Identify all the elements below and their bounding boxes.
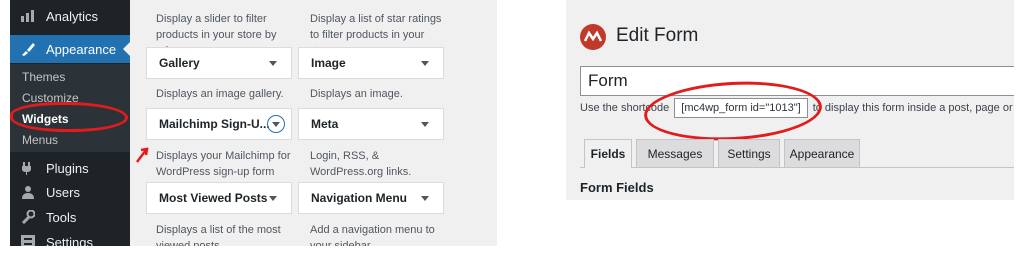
widget-description: Displays an image gallery. [156,88,284,100]
page-title: Edit Form [616,25,699,46]
sidebar-item-tools[interactable]: Tools [10,203,130,231]
mc4wp-logo-icon [580,24,606,50]
admin-sidebar: Analytics Appearance Themes Customize Wi… [10,0,130,246]
submenu-item-customize[interactable]: Customize [10,91,130,105]
widget-description: Add a navigation menu to your sidebar. [310,224,435,246]
widget-gallery[interactable]: Gallery [146,47,292,79]
plug-icon [20,160,36,176]
widget-title: Meta [311,117,339,131]
form-title-input[interactable] [580,66,1014,96]
sidebar-item-appearance[interactable]: Appearance [10,35,130,63]
tab-appearance[interactable]: Appearance [784,139,860,167]
form-tabs: Fields Messages Settings Appearance [580,139,1014,168]
sidebar-item-label: Analytics [46,8,99,24]
widget-title: Navigation Menu [311,191,408,205]
submenu-item-widgets[interactable]: Widgets [10,112,130,126]
current-menu-caret [123,42,130,56]
widget-mailchimp[interactable]: Mailchimp Sign-U... [146,108,292,140]
widget-description: Displays a list of the most viewed posts [156,224,281,246]
widget-description: Login, RSS, & WordPress.org links. [310,150,412,178]
sidebar-item-settings[interactable]: Settings [10,228,130,246]
tab-settings[interactable]: Settings [718,139,780,167]
sidebar-item-label: Settings [46,234,93,247]
tab-messages[interactable]: Messages [636,139,714,167]
widget-title: Mailchimp Sign-U... [159,117,270,131]
widget-description: Displays an image. [310,88,403,100]
expand-arrow-icon[interactable] [269,61,277,66]
expand-arrow-icon[interactable] [421,61,429,66]
mc4wp-edit-form-panel: Edit Form Use the shortcode [mc4wp_form … [566,0,1014,200]
expand-arrow-icon[interactable] [421,122,429,127]
paintbrush-icon [20,41,36,57]
submenu-item-menus[interactable]: Menus [10,133,130,147]
shortcode-field[interactable]: [mc4wp_form id="1013"] [674,98,808,118]
expand-arrow-icon[interactable] [267,115,285,133]
shortcode-row: Use the shortcode [mc4wp_form id="1013"]… [580,98,1014,118]
widget-navigation-menu[interactable]: Navigation Menu [298,182,444,214]
bar-chart-icon [20,8,36,24]
sidebar-item-label: Appearance [46,41,117,57]
sidebar-item-label: Plugins [46,160,89,176]
sidebar-item-label: Tools [46,209,77,225]
tab-fields[interactable]: Fields [584,139,632,168]
user-icon [20,184,36,200]
widget-image[interactable]: Image [298,47,444,79]
widget-most-viewed-posts[interactable]: Most Viewed Posts [146,182,292,214]
submenu-item-themes[interactable]: Themes [10,70,130,84]
sidebar-item-label: Users [46,184,80,200]
shortcode-suffix: to display this form inside a post, page… [812,102,1014,114]
widget-meta[interactable]: Meta [298,108,444,140]
shortcode-prefix: Use the shortcode [580,102,670,114]
wrench-icon [20,209,36,225]
widget-description: Displays your Mailchimp for WordPress si… [156,150,291,178]
arrow-annotation [136,147,149,163]
widget-title: Image [311,56,346,70]
section-heading: Form Fields [580,180,654,195]
available-widgets: Display a slider to filter products in y… [130,0,497,246]
expand-arrow-icon[interactable] [269,196,277,201]
wp-admin-panel: Analytics Appearance Themes Customize Wi… [10,0,497,246]
sidebar-item-analytics[interactable]: Analytics [10,2,130,30]
widget-title: Most Viewed Posts [159,191,268,205]
expand-arrow-icon[interactable] [421,196,429,201]
sidebar-item-users[interactable]: Users [10,178,130,206]
widget-title: Gallery [159,56,200,70]
sliders-icon [20,234,36,246]
